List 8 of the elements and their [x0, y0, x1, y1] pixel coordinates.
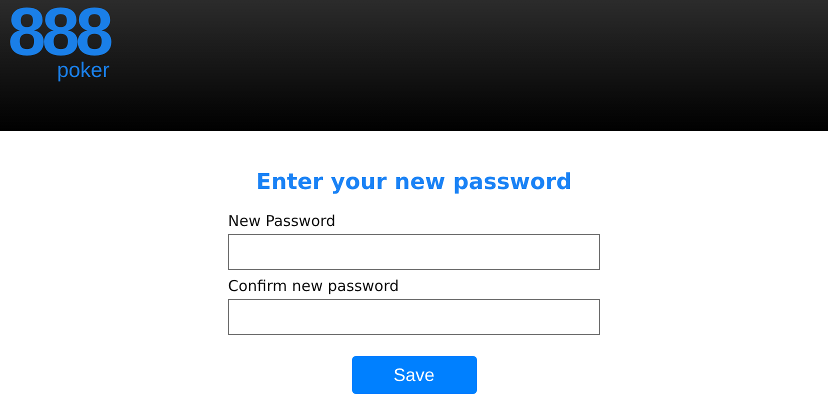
logo-mark: 888	[8, 2, 110, 62]
field-label: Confirm new password	[228, 276, 400, 296]
field-label: New Password	[228, 211, 337, 231]
save-button[interactable]: Save	[352, 356, 476, 394]
form-title: Enter your new password	[256, 169, 572, 197]
password-field[interactable]	[228, 299, 600, 335]
password-field[interactable]	[228, 234, 600, 270]
logo-wordmark: poker	[56, 60, 110, 82]
